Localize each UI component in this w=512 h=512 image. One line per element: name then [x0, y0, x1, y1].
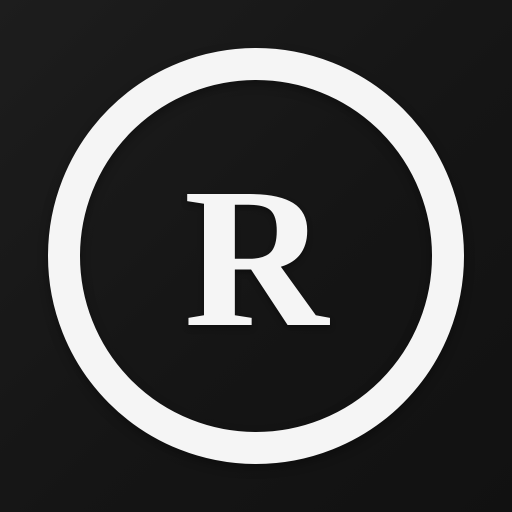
registered-trademark-icon: R	[0, 0, 512, 512]
icon-letter: R	[183, 148, 329, 369]
